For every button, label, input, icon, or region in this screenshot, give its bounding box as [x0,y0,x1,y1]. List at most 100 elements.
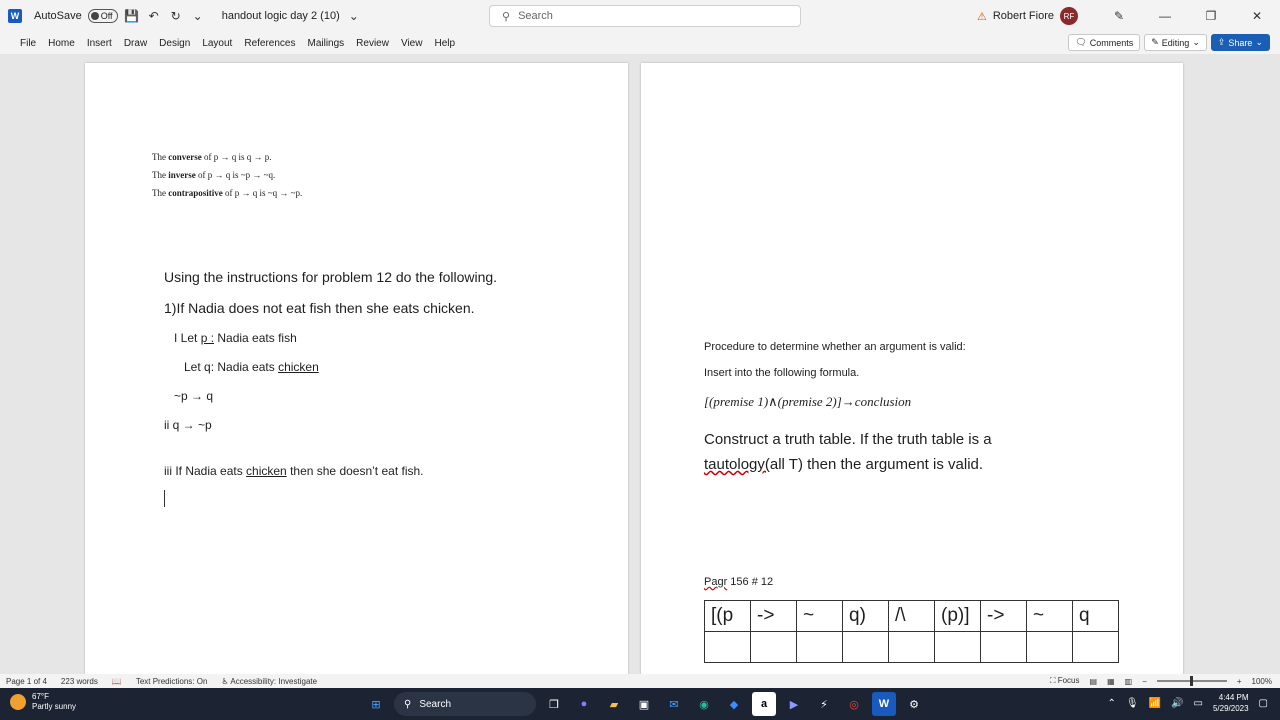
battery-icon[interactable]: ▭ [1194,698,1203,709]
teams-icon[interactable]: ● [572,692,596,716]
taskbar-search[interactable]: ⚲ Search [394,692,536,716]
amazon-icon[interactable]: a [752,692,776,716]
page-2[interactable]: Procedure to determine whether an argume… [641,63,1183,674]
table-cell[interactable] [1026,631,1073,663]
table-row: [(p -> ~ q)/\ (p)] -> ~ q [704,600,1119,632]
search-input[interactable]: ⚲ Search [489,5,801,27]
tab-insert[interactable]: Insert [81,38,118,49]
page-count[interactable]: Page 1 of 4 [6,677,47,686]
table-cell[interactable] [704,631,751,663]
avatar[interactable]: RF [1060,7,1078,25]
tab-draw[interactable]: Draw [118,38,153,49]
search-icon: ⚲ [502,10,511,23]
wifi-icon[interactable]: 📶 [1149,698,1161,709]
word-icon[interactable]: W [872,692,896,716]
chrome-icon[interactable]: ◎ [842,692,866,716]
autosave-toggle[interactable]: Off [87,9,118,23]
media-icon[interactable]: ▶ [782,692,806,716]
dropbox-icon[interactable]: ◆ [722,692,746,716]
table-cell[interactable] [796,631,843,663]
redo-icon[interactable]: ↻ [168,9,184,23]
table-header-cell[interactable]: [(p [704,600,751,632]
tab-file[interactable]: File [14,38,42,49]
focus-button[interactable]: ⛶ Focus [1050,676,1080,686]
taskbar: 67°F Partly sunny ⊞ ⚲ Search ❐ ● ▰ ▣ ✉ ◉ … [0,688,1280,720]
weather-widget[interactable]: 67°F Partly sunny [10,692,76,712]
tab-home[interactable]: Home [42,38,81,49]
volume-icon[interactable]: 🔊 [1171,698,1183,709]
zoom-in-icon[interactable]: + [1237,677,1242,686]
title-bar: W AutoSave Off 💾 ↶ ↻ ⌄ handout logic day… [0,0,1280,32]
comments-button[interactable]: 🗨 Comments [1068,34,1141,51]
print-layout-icon[interactable]: ▦ [1107,677,1115,686]
table-header-cell[interactable]: -> [980,600,1027,632]
notifications-icon[interactable]: ▢ [1259,698,1268,709]
text-predictions[interactable]: Text Predictions: On [136,677,208,686]
warning-icon[interactable]: ⚠ [977,10,987,23]
comment-icon: 🗨 [1075,37,1087,47]
bolt-icon[interactable]: ⚡ [812,692,836,716]
tab-view[interactable]: View [395,38,429,49]
table-cell[interactable] [842,631,889,663]
chevron-up-icon[interactable]: ⌃ [1108,698,1116,709]
pen-icon[interactable]: ✎ [1096,0,1142,32]
truth-table[interactable]: [(p -> ~ q)/\ (p)] -> ~ q [704,600,1119,663]
text: Search [419,698,452,710]
tab-design[interactable]: Design [153,38,196,49]
task-view-icon[interactable]: ❐ [542,692,566,716]
read-mode-icon[interactable]: ▤ [1090,677,1098,686]
zoom-slider[interactable] [1156,676,1227,686]
table-header-cell[interactable]: -> [750,600,797,632]
tab-review[interactable]: Review [350,38,395,49]
file-explorer-icon[interactable]: ▰ [602,692,626,716]
accessibility-status[interactable]: ♿ Accessibility: Investigate [221,677,317,686]
table-header-cell[interactable]: ~ [796,600,843,632]
tab-layout[interactable]: Layout [196,38,238,49]
text: Construct a truth table. If the truth ta… [704,431,992,448]
clock[interactable]: 4:44 PM 5/29/2023 [1213,692,1249,714]
weather-condition: Partly sunny [32,702,77,711]
temperature: 67°F [32,692,49,701]
definition-contrapositive: The contrapositive of p → q is ~q → ~p. [152,188,302,198]
table-header-cell[interactable]: q [1072,600,1119,632]
document-name[interactable]: handout logic day 2 (10) [222,10,340,22]
microphone-icon[interactable]: 🎙 [1126,698,1139,709]
table-cell[interactable] [1072,631,1119,663]
table-header-cell[interactable]: (p)] [934,600,981,632]
table-cell[interactable] [888,631,935,663]
chevron-down-icon[interactable]: ⌄ [346,9,362,23]
web-layout-icon[interactable]: ▥ [1125,677,1133,686]
zoom-thumb[interactable] [1189,676,1193,686]
share-button[interactable]: ⇪ Share ⌄ [1210,34,1270,51]
table-cell[interactable] [934,631,981,663]
close-button[interactable]: ✕ [1234,0,1280,32]
table-cell[interactable] [980,631,1027,663]
tab-help[interactable]: Help [428,38,461,49]
tab-mailings[interactable]: Mailings [301,38,350,49]
proofing-icon[interactable]: 📖 [112,677,122,686]
page-1[interactable]: The converse of p → q is q → p. The inve… [85,63,628,674]
def-term: inverse [168,170,196,180]
text: iii If Nadia eats [164,464,247,478]
edge-icon[interactable]: ◉ [692,692,716,716]
minimize-button[interactable]: — [1142,0,1188,32]
user-name[interactable]: Robert Fiore [993,10,1054,22]
zoom-level[interactable]: 100% [1252,677,1272,686]
save-icon[interactable]: 💾 [124,9,140,23]
table-header-cell[interactable]: /\ [888,600,935,632]
table-header-cell[interactable]: q) [842,600,889,632]
word-count[interactable]: 223 words [61,677,98,686]
start-icon[interactable]: ⊞ [364,692,388,716]
document-area[interactable]: The converse of p → q is q → p. The inve… [0,54,1280,674]
customize-toolbar-icon[interactable]: ⌄ [190,9,206,23]
app-icon[interactable]: ⚙ [902,692,926,716]
tab-references[interactable]: References [238,38,301,49]
restore-button[interactable]: ❐ [1188,0,1234,32]
editing-mode-button[interactable]: ✎ Editing ⌄ [1144,34,1207,51]
zoom-out-icon[interactable]: − [1142,677,1147,686]
mail-icon[interactable]: ✉ [662,692,686,716]
undo-icon[interactable]: ↶ [146,9,162,23]
table-cell[interactable] [750,631,797,663]
table-header-cell[interactable]: ~ [1026,600,1073,632]
store-icon[interactable]: ▣ [632,692,656,716]
